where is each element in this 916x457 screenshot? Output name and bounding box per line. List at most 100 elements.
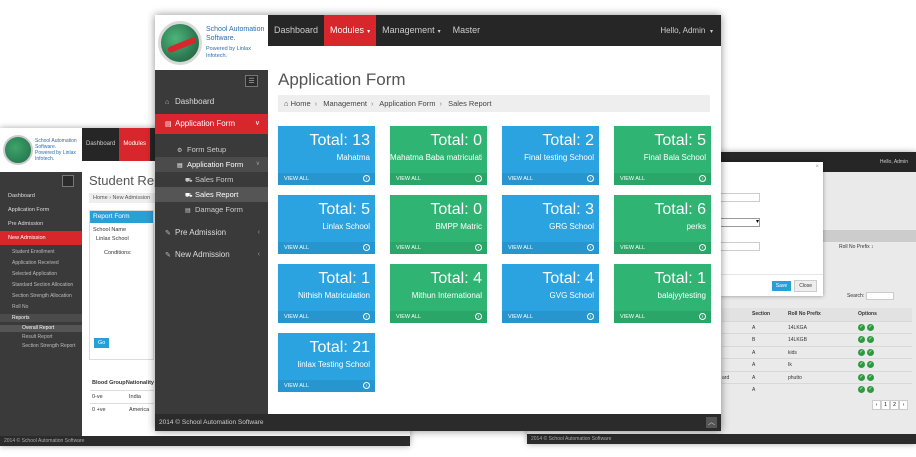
view-all-link[interactable]: VIEW ALL › <box>502 173 599 185</box>
left-sub-application-received[interactable]: Application Received <box>0 259 82 267</box>
school-tile[interactable]: Total: 1 Nithish Matriculation VIEW ALL › <box>278 264 375 323</box>
view-all-link[interactable]: VIEW ALL › <box>278 173 375 185</box>
modal-save-button[interactable]: Save <box>771 280 792 291</box>
breadcrumb-application-form[interactable]: Application Form <box>379 99 435 108</box>
breadcrumb-separator: › <box>439 99 442 108</box>
pager-next[interactable]: › <box>899 400 908 410</box>
left-sidebar-toggle[interactable] <box>0 172 82 189</box>
sidebar-item-new-admission[interactable]: ✎ New Admission ‹ <box>155 245 268 265</box>
left-sub-selected-application[interactable]: Selected Application <box>0 270 82 278</box>
nav-master[interactable]: Master <box>447 15 487 46</box>
school-tile[interactable]: Total: 13 Mahatma VIEW ALL › <box>278 126 375 185</box>
approve-icon[interactable]: ✓ <box>867 373 874 381</box>
left-side-new-admission[interactable]: New Admission <box>0 231 82 245</box>
tile-school-name: BMPP Matric <box>435 222 482 231</box>
school-tile[interactable]: Total: 6 perks VIEW ALL › <box>614 195 711 254</box>
left-side-pre-admission[interactable]: Pre Admission <box>0 217 82 231</box>
edit-icon[interactable]: ✓ <box>858 373 865 381</box>
pager-prev[interactable]: ‹ <box>872 400 881 410</box>
school-tile[interactable]: Total: 2 Final testing School VIEW ALL › <box>502 126 599 185</box>
row-options: ✓ ✓ <box>858 334 908 346</box>
view-all-link[interactable]: VIEW ALL › <box>614 173 711 185</box>
sidebar-item-pre-admission[interactable]: ✎ Pre Admission ‹ <box>155 223 268 243</box>
school-tile[interactable]: Total: 5 Final Bala School VIEW ALL › <box>614 126 711 185</box>
modal-select-standard[interactable] <box>720 193 760 202</box>
sidebar-sub-sales-form[interactable]: ⛟ Sales Form <box>155 172 268 187</box>
left-brand-name: School Automation Software. <box>35 138 77 150</box>
modal-close-icon[interactable]: × <box>815 164 819 170</box>
sidebar-sub-damage-form[interactable]: ▤ Damage Form <box>155 202 268 217</box>
left-sub-standard-section[interactable]: Standard Section Allocation <box>0 281 82 289</box>
view-all-link[interactable]: VIEW ALL › <box>614 311 711 323</box>
left-logo[interactable]: School Automation Software. Powered by L… <box>0 128 82 172</box>
breadcrumb-management[interactable]: Management <box>323 99 367 108</box>
left-side-application-form[interactable]: Application Form <box>0 203 82 217</box>
view-all-link[interactable]: VIEW ALL › <box>390 173 487 185</box>
left-sub-roll-no[interactable]: Roll No <box>0 303 82 311</box>
approve-icon[interactable]: ✓ <box>867 386 874 394</box>
approve-icon[interactable]: ✓ <box>867 361 874 369</box>
nav-modules[interactable]: Modules ▾ <box>324 15 377 46</box>
pager-page-2[interactable]: 2 <box>890 400 899 410</box>
brand-logo[interactable]: School Automation Software. Powered by L… <box>155 15 268 70</box>
document-icon: ▤ <box>185 208 191 214</box>
approve-icon[interactable]: ✓ <box>867 348 874 356</box>
left-nav-modules[interactable]: Modules <box>119 128 151 161</box>
left-side-dashboard[interactable]: Dashboard <box>0 189 82 203</box>
edit-icon[interactable]: ✓ <box>858 361 865 369</box>
sidebar-sub-application-form[interactable]: ▤ Application Form ∨ <box>155 157 268 172</box>
modal-close-button[interactable]: Close <box>794 279 817 292</box>
view-all-link[interactable]: VIEW ALL › <box>278 380 375 392</box>
modal-input-prefix[interactable] <box>720 242 760 251</box>
approve-icon[interactable]: ✓ <box>867 336 874 344</box>
left-nav-dashboard[interactable]: Dashboard <box>82 128 119 161</box>
scroll-top-icon[interactable]: ︿ <box>706 417 717 428</box>
left-sub-reports[interactable]: Reports <box>0 314 82 322</box>
school-tile[interactable]: Total: 0 Mahatma Baba matriculation Schoo… <box>390 126 487 185</box>
left-report-overall[interactable]: Overall Report <box>0 325 82 332</box>
school-name-select[interactable]: Linlax School <box>90 233 153 242</box>
search-input[interactable] <box>866 292 895 300</box>
school-tile[interactable]: Total: 1 balajyytesting VIEW ALL › <box>614 264 711 323</box>
modal-select-section[interactable] <box>720 218 760 227</box>
menu-toggle-icon[interactable]: ☰ <box>245 75 258 87</box>
view-all-link[interactable]: VIEW ALL › <box>614 242 711 254</box>
document-icon: ▤ <box>165 121 172 128</box>
left-sub-section-strength[interactable]: Section Strength Allocation <box>0 292 82 300</box>
pager-page-1[interactable]: 1 <box>881 400 890 410</box>
left-report-result[interactable]: Result Report <box>0 334 82 341</box>
edit-icon[interactable]: ✓ <box>858 348 865 356</box>
sidebar-sub-form-setup[interactable]: ⚙ Form Setup <box>155 142 268 157</box>
school-tile[interactable]: Total: 5 Linlax School VIEW ALL › <box>278 195 375 254</box>
view-all-link[interactable]: VIEW ALL › <box>390 311 487 323</box>
nav-management[interactable]: Management ▾ <box>376 15 447 46</box>
sidebar-sub-sales-report[interactable]: ⛟ Sales Report <box>155 187 268 202</box>
edit-icon[interactable]: ✓ <box>858 386 865 394</box>
view-all-link[interactable]: VIEW ALL › <box>278 242 375 254</box>
arrow-right-circle-icon: › <box>699 175 706 182</box>
tile-school-name: Nithish Matriculation <box>297 291 370 300</box>
approve-icon[interactable]: ✓ <box>867 323 874 331</box>
globe-logo-icon <box>158 20 202 65</box>
view-all-link[interactable]: VIEW ALL › <box>278 311 375 323</box>
go-button[interactable]: Go <box>94 338 110 348</box>
school-tile[interactable]: Total: 4 Mithun International VIEW ALL › <box>390 264 487 323</box>
home-icon: ⌂ <box>165 99 170 106</box>
school-tile[interactable]: Total: 0 BMPP Matric VIEW ALL › <box>390 195 487 254</box>
user-menu[interactable]: Hello, Admin ▾ <box>660 15 721 46</box>
sidebar-item-application-form[interactable]: ▤ Application Form ∨ <box>155 114 268 134</box>
view-all-link[interactable]: VIEW ALL › <box>502 311 599 323</box>
school-tile[interactable]: Total: 3 GRG School VIEW ALL › <box>502 195 599 254</box>
nav-dashboard[interactable]: Dashboard <box>268 15 324 46</box>
left-report-section-strength[interactable]: Section Strength Report <box>0 343 82 350</box>
school-tile[interactable]: Total: 21 linlax Testing School VIEW ALL › <box>278 333 375 392</box>
edit-icon[interactable]: ✓ <box>858 336 865 344</box>
school-tile[interactable]: Total: 4 GVG School VIEW ALL › <box>502 264 599 323</box>
edit-icon[interactable]: ✓ <box>858 323 865 331</box>
breadcrumb-home[interactable]: Home <box>291 99 311 108</box>
view-all-link[interactable]: VIEW ALL › <box>502 242 599 254</box>
left-sub-student-enrollment[interactable]: Student Enrollment <box>0 248 82 256</box>
right-hello-user[interactable]: Hello, Admin <box>880 159 908 165</box>
sidebar-item-dashboard[interactable]: ⌂ Dashboard <box>155 92 268 112</box>
view-all-link[interactable]: VIEW ALL › <box>390 242 487 254</box>
